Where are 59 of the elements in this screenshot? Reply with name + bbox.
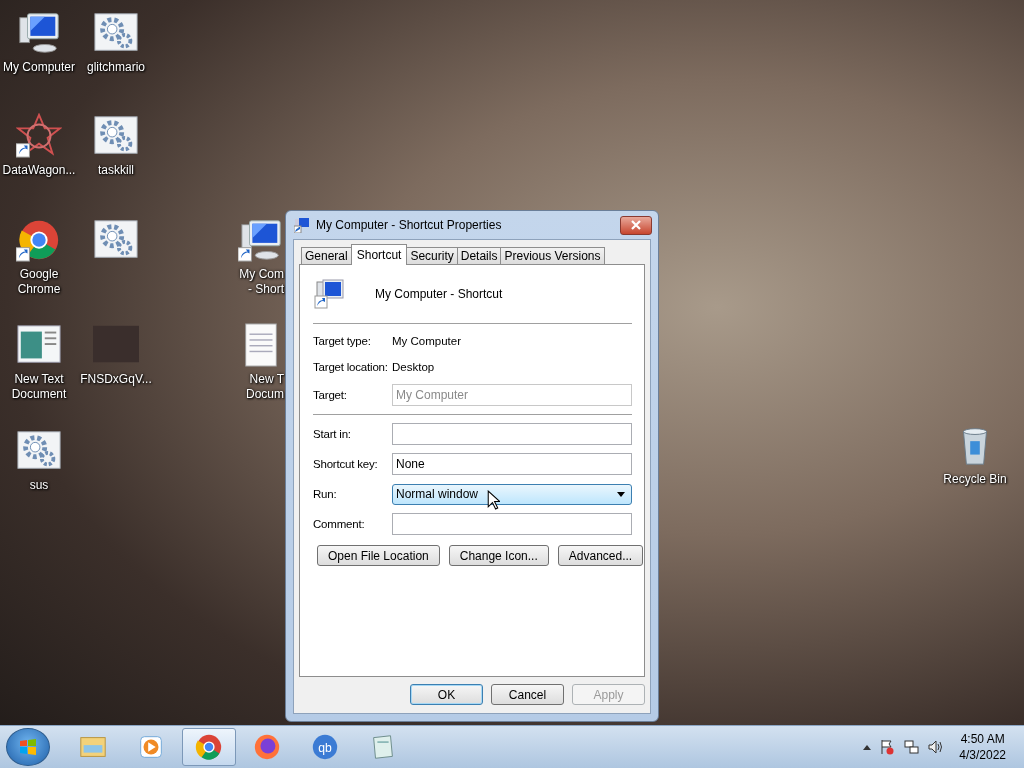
desktop-icon-label[interactable]: glitchmario [87, 60, 145, 75]
computer-icon[interactable] [238, 217, 284, 263]
desktop-icon-label[interactable]: My Computer [3, 60, 75, 75]
field-label: Shortcut key: [313, 458, 379, 470]
star-pattern-icon[interactable] [16, 113, 62, 159]
input-field[interactable] [392, 423, 632, 445]
dialog-button[interactable]: Cancel [491, 684, 564, 705]
clock[interactable]: 4:50 AM 4/3/2022 [959, 731, 1006, 763]
field-label: Target type: [313, 335, 372, 347]
mouse-cursor-icon [487, 490, 500, 510]
shortcut-name: My Computer - Shortcut [375, 287, 503, 301]
action-button[interactable]: Open File Location [317, 545, 440, 566]
windows-logo-icon [18, 737, 38, 757]
volume-icon[interactable] [927, 739, 944, 755]
computer-shortcut-icon [294, 217, 310, 233]
tab[interactable]: Previous Versions [500, 247, 605, 264]
input-field[interactable] [392, 513, 632, 535]
show-hidden-icons-icon[interactable] [863, 744, 872, 750]
dialog-button[interactable]: OK [410, 684, 483, 705]
close-icon [631, 220, 641, 230]
field-value: My Computer [392, 335, 462, 347]
firefox-icon [252, 732, 282, 762]
field-value: Desktop [392, 361, 435, 373]
field-label: Run: [313, 488, 338, 500]
window-title: My Computer - Shortcut Properties [316, 218, 503, 232]
desktop-icon-label[interactable]: New Text Document [0, 372, 78, 402]
desktop-icon-label[interactable]: sus [29, 478, 49, 493]
desktop-icon-label[interactable]: DataWagon... [2, 163, 76, 178]
clock-date: 4/3/2022 [959, 747, 1006, 763]
tab[interactable]: Security [406, 247, 458, 264]
start-button[interactable] [6, 728, 50, 766]
field-label: Target location: [313, 361, 389, 373]
action-button[interactable]: Change Icon... [448, 545, 549, 566]
input-field[interactable]: None [392, 453, 632, 475]
tab[interactable]: General [301, 247, 352, 264]
chrome-icon [194, 732, 224, 762]
clock-time: 4:50 AM [960, 731, 1005, 747]
qbittorrent-icon: qb [310, 732, 340, 762]
close-button[interactable] [620, 215, 652, 235]
desktop-icon-label[interactable]: Recycle Bin [943, 472, 1007, 487]
taskbar-button[interactable]: qb [298, 728, 352, 766]
caret-icon [617, 491, 625, 497]
field-label: Start in: [313, 428, 352, 440]
field-label: Target: [313, 389, 348, 401]
flag-warning-icon[interactable] [879, 739, 896, 755]
desktop-icon-label[interactable]: My Com - Short [239, 267, 284, 297]
dropdown[interactable]: Normal window [392, 483, 632, 505]
tab[interactable]: Shortcut [350, 244, 408, 265]
desktop-icon-label[interactable]: New T Docum [246, 372, 284, 402]
desktop-icon-label[interactable]: Google Chrome [0, 267, 78, 297]
tab[interactable]: Details [456, 247, 502, 264]
desktop-icon-label[interactable]: FNSDxGqV... [80, 372, 152, 387]
field-label: Comment: [313, 518, 366, 530]
computer-shortcut-icon [313, 278, 345, 310]
network-icon[interactable] [903, 739, 920, 755]
desktop-icon-label[interactable]: taskkill [98, 163, 134, 178]
taskbar-button[interactable] [182, 728, 236, 766]
action-button[interactable]: Advanced... [557, 545, 644, 566]
computer-icon[interactable] [16, 10, 62, 56]
